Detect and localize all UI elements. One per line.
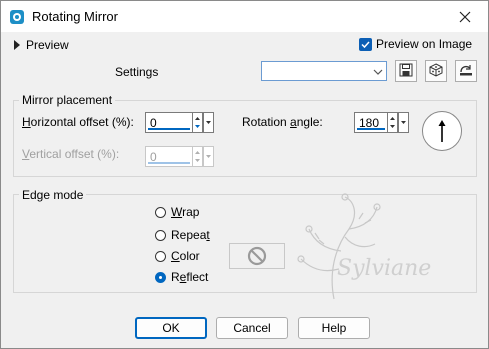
- radio-color-circle: [155, 250, 166, 262]
- horizontal-offset-input[interactable]: 0: [145, 112, 193, 133]
- preview-label: Preview: [26, 38, 69, 52]
- vertical-offset-underline: [148, 162, 190, 164]
- save-preset-button[interactable]: [395, 60, 417, 82]
- rotation-angle-spinner[interactable]: [387, 112, 398, 133]
- watermark-ornament-icon: Sylviane: [297, 193, 431, 300]
- ok-button[interactable]: OK: [135, 317, 207, 339]
- radio-color[interactable]: Color: [155, 249, 200, 263]
- mirror-placement-title: Mirror placement: [19, 93, 116, 107]
- help-button[interactable]: Help: [298, 317, 370, 339]
- rotation-dial[interactable]: [422, 111, 462, 151]
- settings-combo[interactable]: [261, 61, 387, 81]
- spinner-arrows-icon: [195, 117, 200, 128]
- close-icon[interactable]: [442, 1, 488, 32]
- chevron-down-icon: [206, 121, 211, 124]
- prohibited-icon: [247, 246, 267, 266]
- randomize-button[interactable]: [425, 60, 447, 82]
- dice-icon: [429, 62, 443, 80]
- radio-color-label: Color: [171, 249, 200, 263]
- preview-expander[interactable]: Preview: [14, 38, 69, 52]
- spinner-arrows-icon: [195, 151, 200, 162]
- rotation-angle-underline: [357, 128, 385, 130]
- radio-wrap-label: Wrap: [171, 205, 200, 219]
- vertical-offset-dropdown: [203, 146, 214, 167]
- horizontal-offset-underline: [148, 128, 190, 130]
- radio-wrap-circle: [155, 206, 166, 218]
- vertical-offset-spinner: [192, 146, 203, 167]
- chevron-right-icon: [14, 40, 20, 50]
- vertical-offset-label: Vertical offset (%):: [22, 147, 120, 161]
- help-button-label: Help: [321, 321, 347, 335]
- chevron-down-icon: [401, 121, 406, 124]
- ok-button-label: OK: [162, 321, 180, 335]
- save-icon: [399, 63, 413, 80]
- rotation-angle-dropdown[interactable]: [398, 112, 409, 133]
- radio-wrap[interactable]: Wrap: [155, 205, 199, 219]
- radio-reflect-circle: [155, 271, 166, 283]
- rotation-angle-label: Rotation angle:: [242, 115, 323, 129]
- reset-icon: [458, 63, 474, 80]
- dialog-window: Rotating Mirror Preview Preview on Image…: [0, 0, 489, 349]
- radio-repeat[interactable]: Repeat: [155, 228, 210, 242]
- chevron-down-icon: [373, 66, 383, 80]
- checkmark-icon: [359, 37, 372, 51]
- edge-mode-title: Edge mode: [19, 188, 87, 202]
- horizontal-offset-spinner[interactable]: [192, 112, 203, 133]
- radio-repeat-label: Repeat: [171, 228, 210, 242]
- vertical-offset-input: 0: [145, 146, 193, 167]
- spinner-arrows-icon: [390, 117, 395, 128]
- settings-label: Settings: [115, 65, 159, 79]
- chevron-down-icon: [206, 155, 211, 158]
- color-swatch: [229, 243, 285, 269]
- rotation-angle-input[interactable]: 180: [354, 112, 388, 133]
- cancel-button-label: Cancel: [233, 321, 271, 335]
- horizontal-offset-dropdown[interactable]: [203, 112, 214, 133]
- radio-reflect-label: Reflect: [171, 270, 209, 284]
- watermark-text: Sylviane: [337, 256, 431, 281]
- radio-reflect[interactable]: Reflect: [155, 270, 208, 284]
- window-title: Rotating Mirror: [32, 9, 118, 24]
- radio-repeat-circle: [155, 229, 166, 241]
- title-bar: Rotating Mirror: [1, 1, 488, 32]
- horizontal-offset-label: Horizontal offset (%):: [22, 115, 134, 129]
- preview-on-image-label: Preview on Image: [376, 37, 473, 51]
- cancel-button[interactable]: Cancel: [216, 317, 288, 339]
- reset-button[interactable]: [455, 60, 477, 82]
- app-icon: [9, 9, 25, 25]
- dial-pointer-icon: [438, 120, 446, 142]
- preview-on-image-checkbox[interactable]: Preview on Image: [359, 37, 472, 51]
- watermark: Sylviane: [279, 189, 449, 307]
